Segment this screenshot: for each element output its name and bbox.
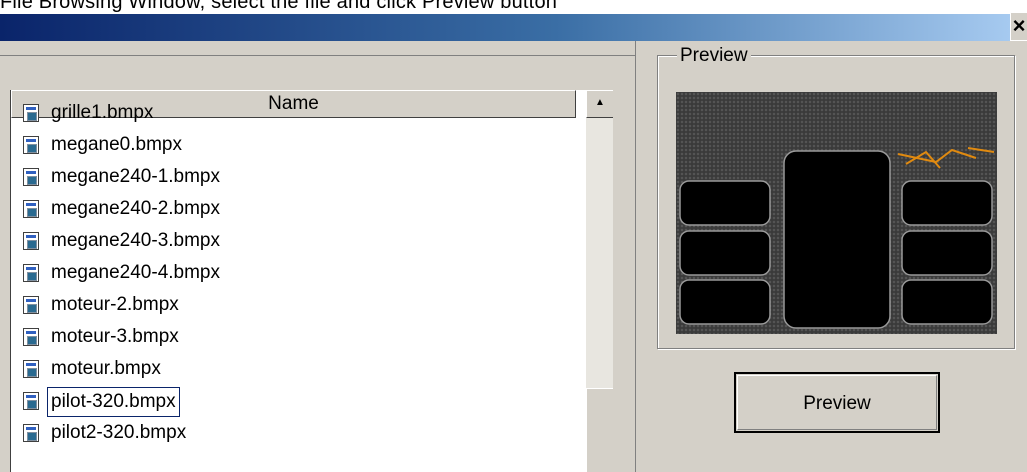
bitmap-file-icon — [23, 200, 39, 218]
file-name: megane240-4.bmpx — [51, 262, 220, 283]
file-name: moteur.bmpx — [51, 358, 161, 379]
bitmap-file-icon — [23, 104, 39, 122]
bitmap-file-icon — [23, 360, 39, 378]
bitmap-file-icon — [23, 296, 39, 314]
preview-image — [676, 92, 997, 334]
bitmap-file-icon — [23, 136, 39, 154]
bitmap-file-icon — [23, 232, 39, 250]
file-name: megane240-1.bmpx — [51, 166, 220, 187]
bitmap-file-icon — [23, 168, 39, 186]
scroll-up-arrow-icon: ▲ — [595, 97, 605, 108]
file-name: megane0.bmpx — [51, 134, 182, 155]
list-item-partial[interactable] — [11, 90, 571, 98]
preview-group-label: Preview — [677, 44, 751, 68]
preview-button-label: Preview — [737, 375, 937, 430]
vertical-scrollbar[interactable]: ▲ — [586, 90, 613, 472]
list-item[interactable]: pilot2-320.bmpx — [11, 418, 571, 450]
file-name: pilot-320.bmpx — [47, 387, 180, 417]
file-name: grille1.bmpx — [51, 102, 154, 123]
bitmap-file-icon — [23, 392, 39, 410]
list-item[interactable]: grille1.bmpx — [11, 98, 571, 130]
preview-thumbnail-graphic — [679, 147, 995, 329]
file-name: megane240-2.bmpx — [51, 198, 220, 219]
file-name: megane240-3.bmpx — [51, 230, 220, 251]
list-item[interactable]: megane240-2.bmpx — [11, 194, 571, 226]
title-bar-gradient — [0, 14, 1010, 41]
list-item[interactable]: megane240-4.bmpx — [11, 258, 571, 290]
bitmap-file-icon — [23, 264, 39, 282]
preview-button[interactable]: Preview — [734, 372, 940, 433]
list-item[interactable]: megane240-3.bmpx — [11, 226, 571, 258]
file-name: moteur-3.bmpx — [51, 326, 179, 347]
list-item[interactable]: pilot-320.bmpx — [11, 386, 571, 418]
window-title: File Browsing Window, select the file an… — [0, 0, 558, 13]
scroll-up-button[interactable]: ▲ — [586, 90, 613, 118]
bitmap-file-icon — [23, 424, 39, 442]
file-name: pilot2-320.bmpx — [51, 422, 187, 443]
list-item[interactable]: megane240-1.bmpx — [11, 162, 571, 194]
divider — [0, 55, 636, 56]
scrollbar-thumb[interactable] — [586, 388, 613, 472]
list-item[interactable]: moteur-2.bmpx — [11, 290, 571, 322]
list-item[interactable]: megane0.bmpx — [11, 130, 571, 162]
logo-graphic — [897, 147, 995, 169]
close-button[interactable]: × — [1010, 13, 1027, 40]
close-icon: × — [1012, 13, 1026, 38]
title-bar: File Browsing Window, select the file an… — [0, 0, 1027, 41]
list-item[interactable]: moteur-3.bmpx — [11, 322, 571, 354]
bitmap-file-icon — [23, 328, 39, 346]
file-name: moteur-2.bmpx — [51, 294, 179, 315]
list-item[interactable]: moteur.bmpx — [11, 354, 571, 386]
file-list[interactable]: Name grille1.bmpx megane0.bmpx megane240-1… — [10, 90, 613, 472]
